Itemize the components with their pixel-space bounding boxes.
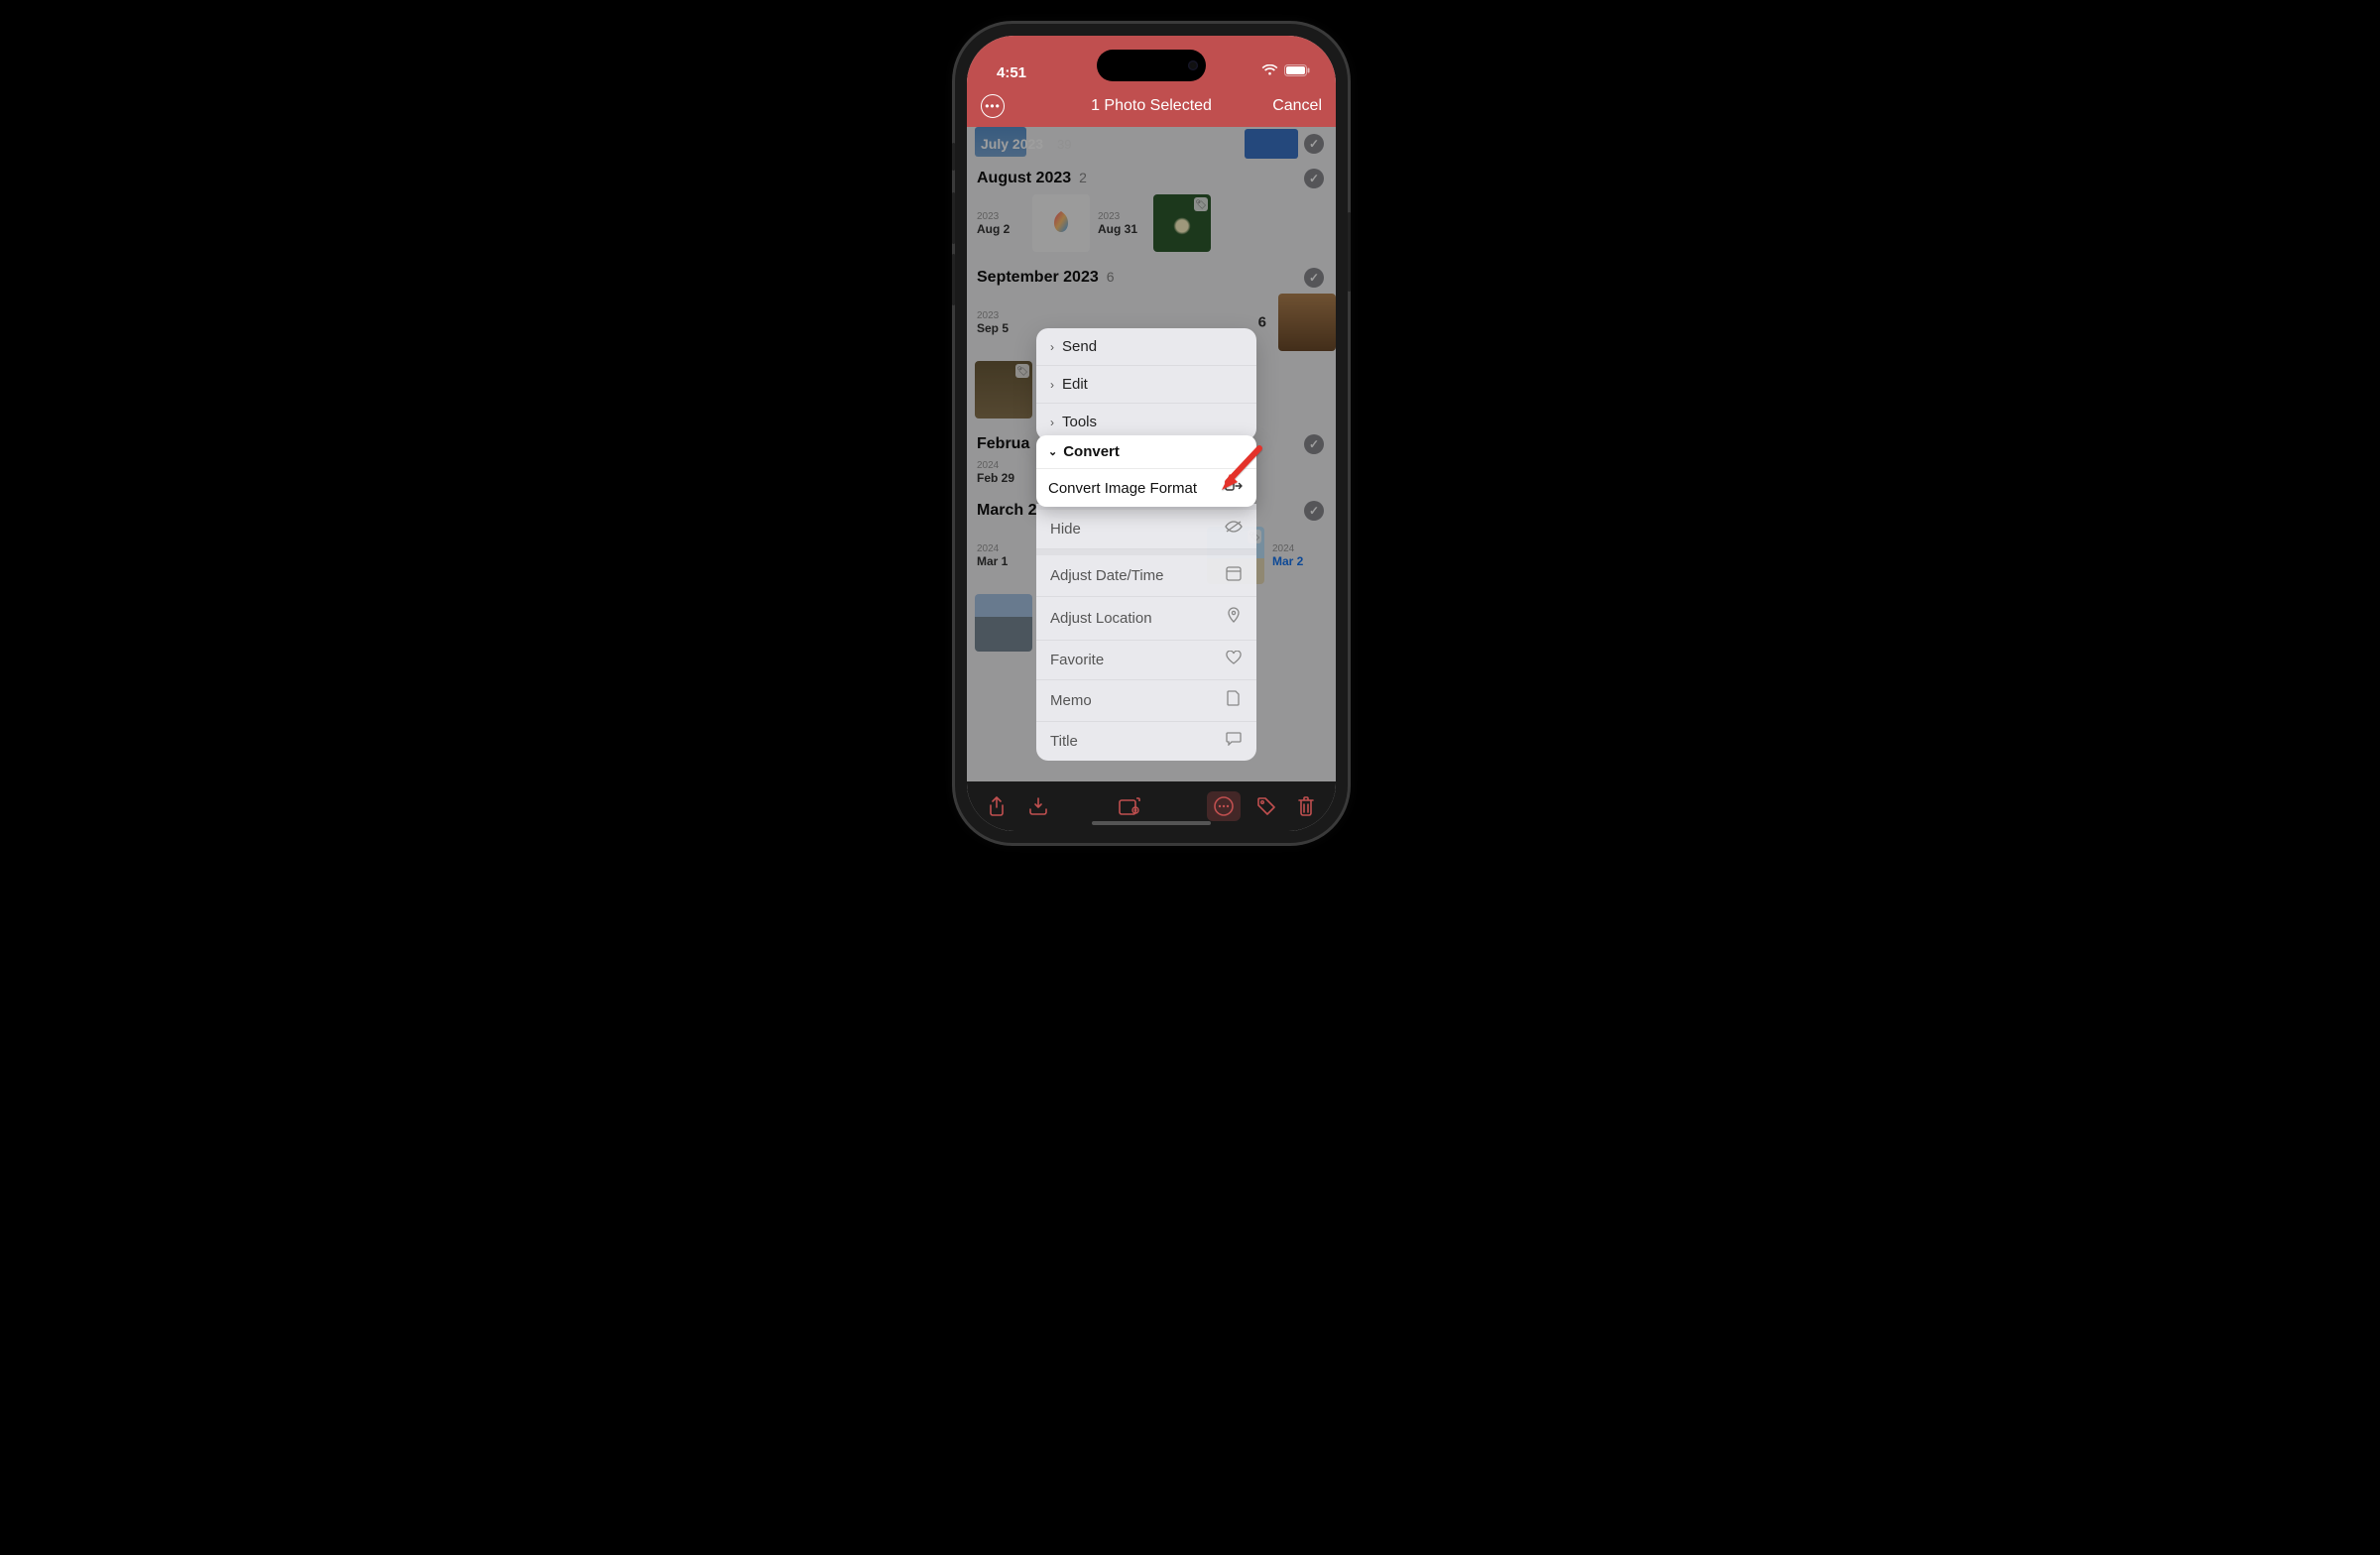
menu-item-adjust-location[interactable]: Adjust Location xyxy=(1036,597,1256,641)
select-all-button[interactable] xyxy=(1304,268,1324,288)
convert-header[interactable]: ⌄ Convert xyxy=(1036,435,1256,469)
photo-thumbnail[interactable] xyxy=(1278,294,1336,351)
count-badge: 6 xyxy=(1258,314,1266,331)
context-menu: ›Send ›Edit ›Tools xyxy=(1036,328,1256,440)
volume-up-button xyxy=(952,192,955,244)
menu-item-edit[interactable]: ›Edit xyxy=(1036,366,1256,404)
document-icon xyxy=(1225,690,1243,711)
menu-item-title[interactable]: Title xyxy=(1036,722,1256,761)
photo-thumbnail[interactable] xyxy=(1032,194,1090,252)
section-label: September 2023 xyxy=(977,269,1099,287)
select-all-button[interactable] xyxy=(1304,169,1324,188)
dynamic-island xyxy=(1097,50,1206,81)
side-button xyxy=(952,143,955,171)
share-button[interactable] xyxy=(983,792,1011,820)
eye-off-icon xyxy=(1225,520,1243,538)
menu-item-convert-image-format[interactable]: Convert Image Format xyxy=(1036,469,1256,507)
section-header-july: July 2023 39 xyxy=(967,127,1336,161)
select-all-button[interactable] xyxy=(1304,434,1324,454)
speech-bubble-icon xyxy=(1225,732,1243,751)
section-label: March 2 xyxy=(977,502,1036,520)
nav-bar: ••• 1 Photo Selected Cancel xyxy=(967,85,1336,127)
select-all-button[interactable] xyxy=(1304,501,1324,521)
cancel-button[interactable]: Cancel xyxy=(1272,97,1322,115)
more-actions-button[interactable] xyxy=(1207,791,1241,821)
add-to-album-button[interactable] xyxy=(1116,792,1143,820)
chevron-right-icon: › xyxy=(1050,416,1054,429)
photo-thumbnail[interactable]: 🏷 xyxy=(975,361,1032,419)
chevron-right-icon: › xyxy=(1050,340,1054,354)
date-chip: 2023 Aug 2 xyxy=(975,194,1026,252)
status-time: 4:51 xyxy=(997,64,1026,81)
location-pin-icon xyxy=(1225,607,1243,630)
tag-icon: 🏷 xyxy=(1194,197,1208,211)
section-count: 2 xyxy=(1079,170,1087,185)
date-chip: 2024 Feb 29 xyxy=(975,460,1026,485)
menu-item-hide[interactable]: Hide xyxy=(1036,510,1256,549)
wifi-icon xyxy=(1261,63,1278,81)
section-count: 39 xyxy=(1057,137,1071,152)
convert-submenu: ⌄ Convert Convert Image Format xyxy=(1036,435,1256,507)
date-chip: 2023 Aug 31 xyxy=(1096,194,1147,252)
content-area: July 2023 39 August 2023 2 xyxy=(967,127,1336,781)
photo-thumbnail[interactable]: 🏷 xyxy=(1153,194,1211,252)
tag-button[interactable] xyxy=(1252,792,1280,820)
section-count: 6 xyxy=(1107,269,1115,285)
section-header-august: August 2023 2 xyxy=(967,161,1336,192)
phone-screen: 4:51 ••• 1 Photo Selected Cancel xyxy=(967,36,1336,831)
section-label: August 2023 xyxy=(977,170,1071,187)
calendar-icon xyxy=(1225,565,1243,586)
date-chip: 2024 Mar 2 xyxy=(1270,527,1316,584)
date-chip: 2024 Mar 1 xyxy=(975,527,1026,584)
heart-icon xyxy=(1225,651,1243,669)
home-indicator xyxy=(1092,821,1211,825)
menu-item-send[interactable]: ›Send xyxy=(1036,328,1256,366)
volume-down-button xyxy=(952,254,955,305)
convert-icon xyxy=(1225,479,1245,497)
more-button[interactable]: ••• xyxy=(981,94,1005,118)
tag-icon: 🏷 xyxy=(1015,364,1029,378)
section-label: Februa xyxy=(977,435,1029,453)
chevron-down-icon: ⌄ xyxy=(1048,445,1057,458)
thumbnail-row: 2023 Aug 2 2023 Aug 31 🏷 xyxy=(967,192,1336,260)
select-all-button[interactable] xyxy=(1304,134,1324,154)
chevron-right-icon: › xyxy=(1050,378,1054,392)
phone-frame: 4:51 ••• 1 Photo Selected Cancel xyxy=(955,24,1348,843)
download-button[interactable] xyxy=(1024,792,1052,820)
menu-item-memo[interactable]: Memo xyxy=(1036,680,1256,722)
section-header-september: September 2023 6 xyxy=(967,260,1336,292)
delete-button[interactable] xyxy=(1292,792,1320,820)
context-menu-lower: Hide Adjust Date/Time Adjust Location xyxy=(1036,504,1256,761)
menu-item-favorite[interactable]: Favorite xyxy=(1036,641,1256,680)
photo-thumbnail[interactable] xyxy=(975,594,1032,652)
photo-thumbnail[interactable] xyxy=(1245,129,1298,159)
date-chip: 2023 Sep 5 xyxy=(975,294,1026,351)
battery-icon xyxy=(1284,63,1310,81)
menu-item-adjust-date[interactable]: Adjust Date/Time xyxy=(1036,555,1256,597)
section-label: July 2023 xyxy=(981,136,1043,152)
power-button xyxy=(1348,212,1351,292)
